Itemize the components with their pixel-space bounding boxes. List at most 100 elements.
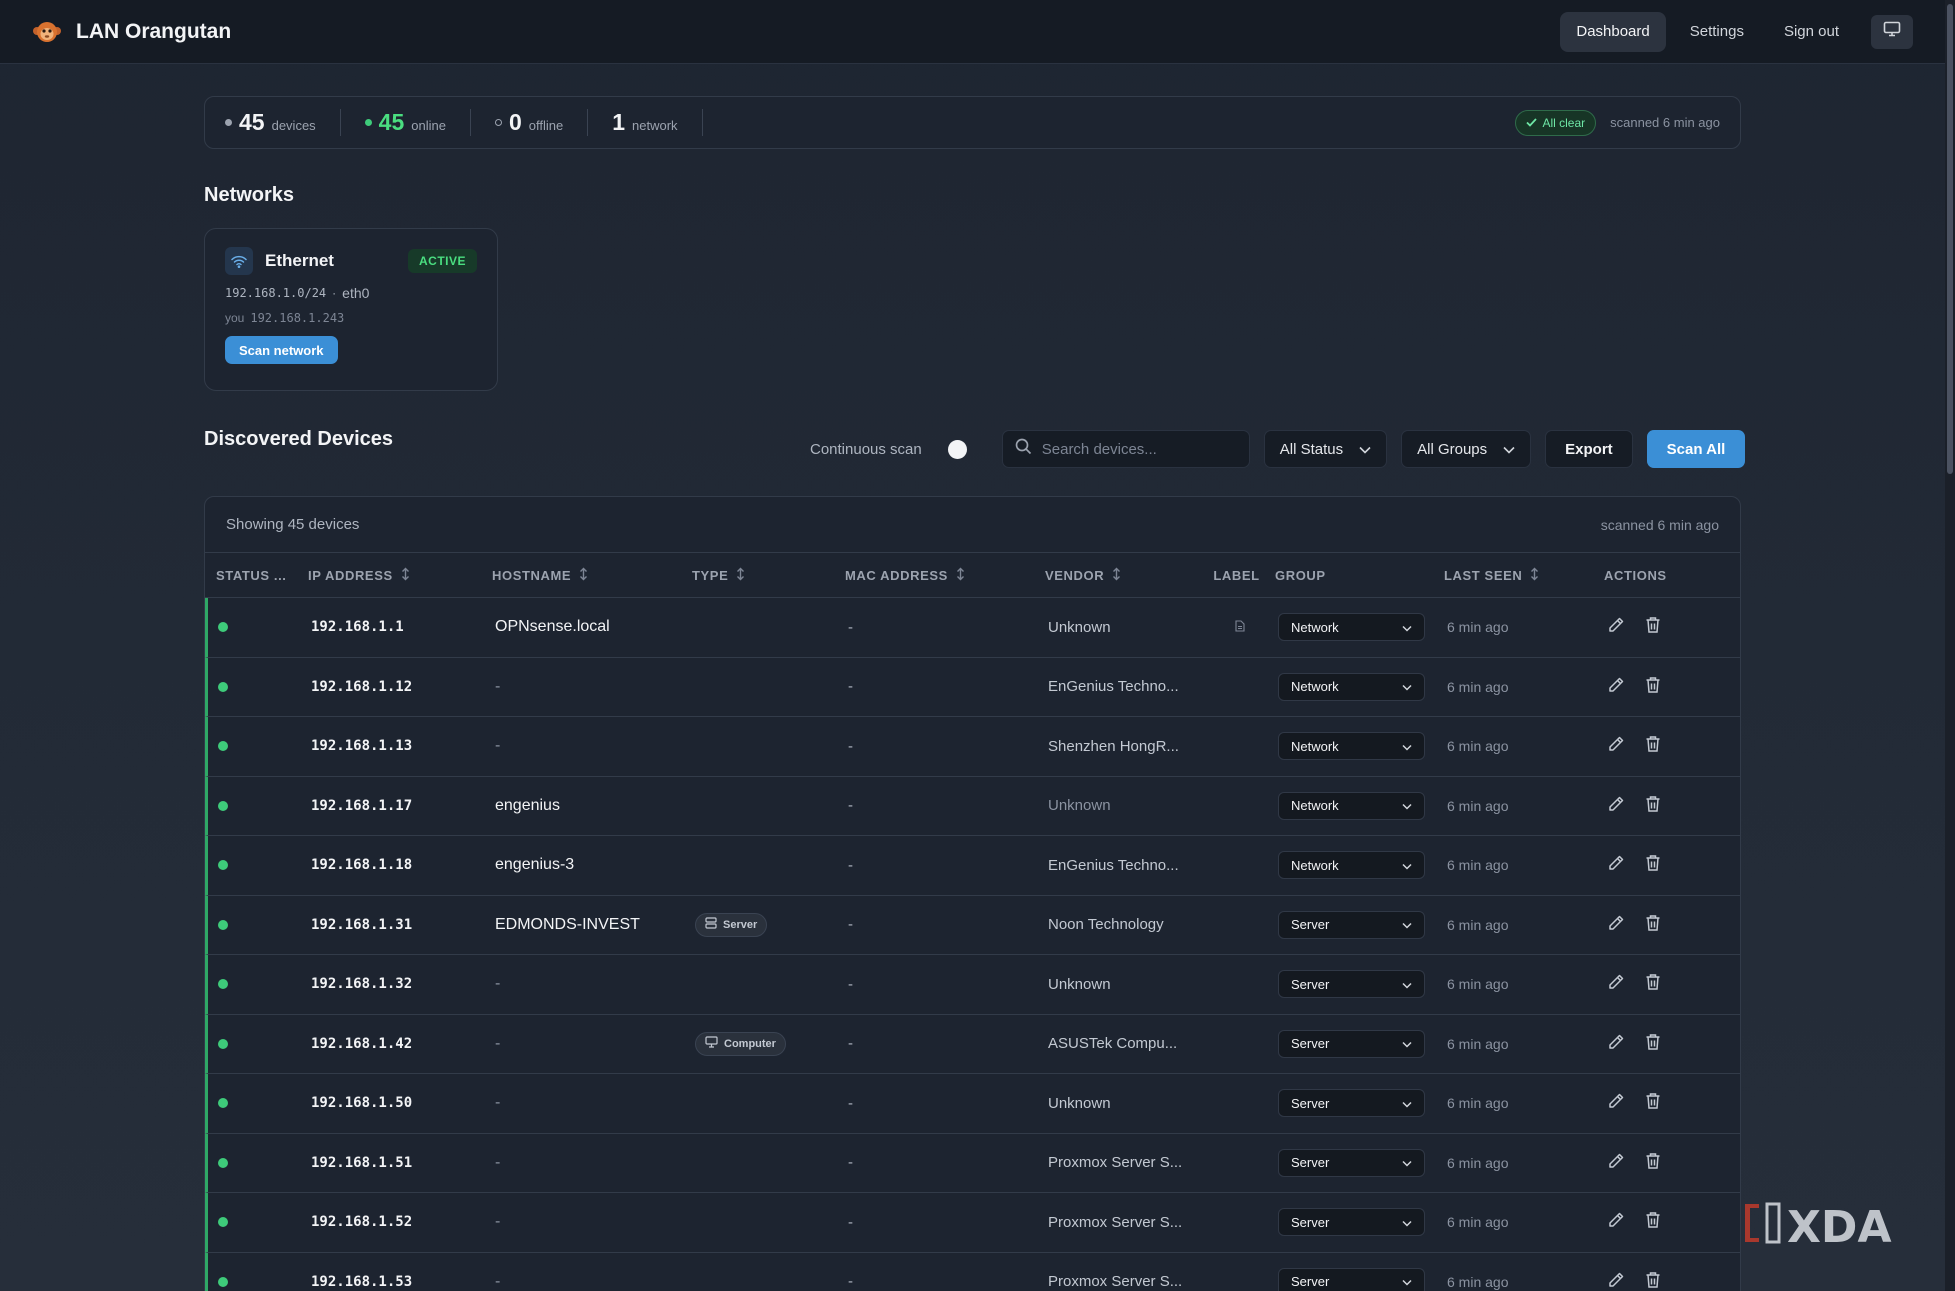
trash-icon[interactable] <box>1645 914 1661 936</box>
trash-icon[interactable] <box>1645 1092 1661 1114</box>
table-row[interactable]: 192.168.1.52 - - Proxmox Server S... Server 6… <box>205 1193 1740 1253</box>
edit-icon[interactable] <box>1607 1152 1625 1174</box>
actions-cell <box>1601 1033 1721 1055</box>
edit-icon[interactable] <box>1607 676 1625 698</box>
page-scrollbar[interactable] <box>1945 0 1955 1291</box>
mac-address: - <box>848 737 853 755</box>
table-row[interactable]: 192.168.1.31 EDMONDS-INVEST Server - Noon Te… <box>205 895 1740 955</box>
online-status-icon <box>218 622 228 633</box>
status-cell <box>208 1157 311 1168</box>
group-select[interactable]: Network <box>1278 851 1425 880</box>
table-row[interactable]: 192.168.1.50 - - Unknown Server 6 min ago <box>205 1074 1740 1134</box>
group-select[interactable]: Network <box>1278 672 1425 701</box>
table-row[interactable]: 192.168.1.51 - - Proxmox Server S... Server 6… <box>205 1133 1740 1193</box>
column-header-vendor[interactable]: VENDOR <box>1045 567 1198 584</box>
monitor-icon <box>1883 21 1901 42</box>
label-cell[interactable] <box>1201 619 1278 636</box>
trash-icon[interactable] <box>1645 1152 1661 1174</box>
trash-icon[interactable] <box>1645 854 1661 876</box>
continuous-scan-toggle[interactable] <box>936 438 968 460</box>
trash-icon[interactable] <box>1645 676 1661 698</box>
nav-settings[interactable]: Settings <box>1674 12 1760 52</box>
group-cell: Network <box>1278 791 1447 820</box>
edit-icon[interactable] <box>1607 1211 1625 1233</box>
group-select[interactable]: Server <box>1278 910 1425 939</box>
group-select[interactable]: Server <box>1278 1208 1425 1237</box>
nav-dashboard[interactable]: Dashboard <box>1560 11 1666 52</box>
nav-sign-out[interactable]: Sign out <box>1768 12 1855 52</box>
online-status-icon <box>218 1276 228 1287</box>
trash-icon[interactable] <box>1645 973 1661 995</box>
last-seen: 6 min ago <box>1447 619 1509 636</box>
last-seen: 6 min ago <box>1447 976 1509 993</box>
group-select[interactable]: Server <box>1278 970 1425 999</box>
group-value: Server <box>1291 976 1330 992</box>
scan-all-button[interactable]: Scan All <box>1646 430 1746 468</box>
online-status-icon <box>218 860 228 871</box>
vendor: Shenzhen HongR... <box>1048 737 1179 755</box>
status-filter-select[interactable]: All Status <box>1263 430 1388 468</box>
chevron-down-icon <box>1359 441 1371 458</box>
edit-icon[interactable] <box>1607 1033 1625 1055</box>
group-select[interactable]: Server <box>1278 1267 1425 1291</box>
trash-icon[interactable] <box>1645 616 1661 638</box>
networks-count: 1 <box>612 109 626 135</box>
edit-icon[interactable] <box>1607 854 1625 876</box>
column-header-hostname[interactable]: HOSTNAME <box>492 567 692 584</box>
edit-icon[interactable] <box>1607 616 1625 638</box>
table-row[interactable]: 192.168.1.17 engenius - Unknown Network 6 min… <box>205 776 1740 836</box>
computer-icon <box>705 1036 718 1051</box>
edit-icon[interactable] <box>1607 735 1625 757</box>
table-row[interactable]: 192.168.1.1 OPNsense.local - Unknown Network… <box>205 598 1740 658</box>
group-select[interactable]: Network <box>1278 613 1425 642</box>
group-select[interactable]: Server <box>1278 1029 1425 1058</box>
column-header-last-seen[interactable]: LAST SEEN <box>1444 567 1598 584</box>
edit-icon[interactable] <box>1607 973 1625 995</box>
stats-right: All clear scanned 6 min ago <box>1515 109 1720 136</box>
trash-icon[interactable] <box>1645 1211 1661 1233</box>
label-note-icon[interactable] <box>1234 619 1245 636</box>
column-header-ip-address[interactable]: IP ADDRESS <box>308 567 492 584</box>
search-input[interactable] <box>1041 440 1232 458</box>
export-button[interactable]: Export <box>1545 430 1633 468</box>
network-cidr: 192.168.1.0/24 <box>225 286 327 300</box>
display-toggle-button[interactable] <box>1871 14 1913 49</box>
type-badge: Computer <box>695 1031 786 1056</box>
trash-icon[interactable] <box>1645 735 1661 757</box>
table-row[interactable]: 192.168.1.32 - - Unknown Server 6 min ago <box>205 955 1740 1015</box>
trash-icon[interactable] <box>1645 795 1661 817</box>
toggle-knob <box>947 440 967 459</box>
edit-icon[interactable] <box>1607 1092 1625 1114</box>
table-row[interactable]: 192.168.1.42 - Computer - ASUSTek Compu... Se… <box>205 1014 1740 1074</box>
edit-icon[interactable] <box>1607 795 1625 817</box>
table-row[interactable]: 192.168.1.53 - - Proxmox Server S... Server 6… <box>205 1252 1740 1291</box>
trash-icon[interactable] <box>1645 1271 1661 1291</box>
column-label: LABEL <box>1213 567 1260 583</box>
group-select[interactable]: Network <box>1278 732 1425 761</box>
ip-address: 192.168.1.52 <box>311 1214 413 1231</box>
hostname: - <box>495 1213 501 1231</box>
stat-offline: 0 offline <box>494 109 589 136</box>
group-select[interactable]: Network <box>1278 791 1425 820</box>
edit-icon[interactable] <box>1607 914 1625 936</box>
scan-network-button[interactable]: Scan network <box>225 336 338 364</box>
group-select[interactable]: Server <box>1278 1148 1425 1177</box>
scrollbar-thumb[interactable] <box>1947 4 1953 474</box>
mac-address: - <box>848 856 853 874</box>
group-select[interactable]: Server <box>1278 1089 1425 1118</box>
edit-icon[interactable] <box>1607 1271 1625 1291</box>
column-header-type[interactable]: TYPE <box>692 567 845 584</box>
devices-title: Discovered Devices <box>204 428 394 450</box>
table-row[interactable]: 192.168.1.12 - - EnGenius Techno... Network 6… <box>205 657 1740 717</box>
group-filter-select[interactable]: All Groups <box>1401 430 1532 468</box>
hostname: - <box>495 975 501 993</box>
column-label: MAC ADDRESS <box>845 567 948 583</box>
ip-address: 192.168.1.51 <box>311 1154 413 1171</box>
table-row[interactable]: 192.168.1.13 - - Shenzhen HongR... Network 6 … <box>205 717 1740 777</box>
trash-icon[interactable] <box>1645 1033 1661 1055</box>
table-row[interactable]: 192.168.1.18 engenius-3 - EnGenius Techno..… <box>205 836 1740 896</box>
column-label: VENDOR <box>1045 567 1105 583</box>
group-cell: Server <box>1278 910 1447 939</box>
column-header-mac-address[interactable]: MAC ADDRESS <box>845 567 1045 584</box>
logo[interactable]: LAN Orangutan <box>32 20 231 44</box>
